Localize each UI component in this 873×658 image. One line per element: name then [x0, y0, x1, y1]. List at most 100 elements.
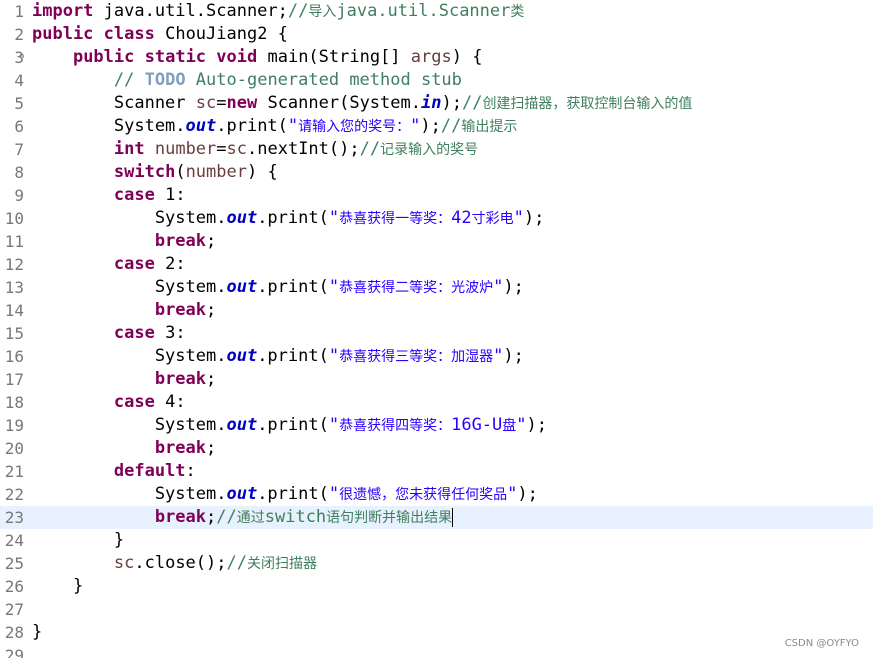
fold-toggle-icon[interactable]: ⊖ — [19, 46, 24, 69]
line-number: 4 — [14, 71, 24, 90]
line-number: 24 — [4, 531, 24, 550]
line-number: 21 — [4, 462, 24, 481]
line-number: 14 — [4, 301, 24, 320]
code-line[interactable]: 5 Scanner sc=new Scanner(System.in);//创建… — [0, 92, 873, 115]
code-token-pl: main(String[] — [257, 47, 411, 67]
code-line[interactable]: 19 System.out.print("恭喜获得四等奖：16G-U盘"); — [0, 414, 873, 437]
code-token-pl: : — [185, 461, 196, 481]
line-number: 12 — [4, 255, 24, 274]
code-token-pl: 4: — [154, 392, 186, 412]
code-line[interactable]: 29 — [0, 644, 873, 658]
code-token-str: "请输入您的奖号：" — [287, 116, 421, 136]
code-line[interactable]: 10 System.out.print("恭喜获得一等奖：42寸彩电"); — [0, 207, 873, 230]
code-token-pl: } — [32, 530, 125, 550]
code-token-pl: ; — [206, 438, 217, 458]
code-line[interactable]: 28} — [0, 621, 873, 644]
code-line[interactable]: 11 break; — [0, 230, 873, 253]
line-number: 27 — [4, 600, 24, 619]
code-line[interactable]: 2 public class ChouJiang2 { — [0, 23, 873, 46]
code-token-str: "恭喜获得一等奖：42寸彩电" — [328, 208, 524, 228]
code-token-fld: out — [226, 277, 258, 297]
line-number: 18 — [4, 393, 24, 412]
code-text: break;//通过switch语句判断并输出结果 — [32, 506, 454, 529]
line-number: 7 — [14, 140, 24, 159]
code-line[interactable]: 1 import java.util.Scanner;//导入java.util.… — [0, 0, 873, 23]
code-line[interactable]: 7 int number=sc.nextInt();//记录输入的奖号 — [0, 138, 873, 161]
code-text: public class ChouJiang2 { — [32, 23, 288, 46]
code-line[interactable]: 27 — [0, 598, 873, 621]
code-line[interactable]: 6 System.out.print("请输入您的奖号：");//输出提示 — [0, 115, 873, 138]
code-text: } — [32, 529, 124, 552]
code-line[interactable]: 3 ⊖ public static void main(String[] args… — [0, 46, 873, 69]
code-text: case 2: — [32, 253, 186, 276]
code-token-pl: System. — [32, 415, 227, 435]
code-text: System.out.print("恭喜获得三等奖：加湿器"); — [32, 345, 524, 368]
code-token-var: sc — [195, 93, 217, 113]
code-line[interactable]: 25 sc.close();//关闭扫描器 — [0, 552, 873, 575]
line-number: 23 — [4, 508, 24, 527]
line-number: 6 — [14, 117, 24, 136]
code-line[interactable]: 13 System.out.print("恭喜获得二等奖：光波炉"); — [0, 276, 873, 299]
code-line[interactable]: 17 break; — [0, 368, 873, 391]
code-token-pl: System. — [32, 208, 227, 228]
code-token-pl: } — [32, 622, 43, 642]
code-token-kw: void — [216, 47, 258, 67]
code-token-pl: ); — [503, 277, 524, 297]
line-number: 19 — [4, 416, 24, 435]
code-text: int number=sc.nextInt();//记录输入的奖号 — [32, 138, 478, 161]
line-number: 11 — [4, 232, 24, 251]
code-line[interactable]: 23 break;//通过switch语句判断并输出结果 — [0, 506, 873, 529]
code-token-pl: System. — [32, 277, 227, 297]
code-line[interactable]: 12 case 2: — [0, 253, 873, 276]
code-token-todo: TODO — [144, 70, 186, 90]
code-line[interactable]: 15 case 3: — [0, 322, 873, 345]
code-line[interactable]: 9 case 1: — [0, 184, 873, 207]
code-token-pl: ); — [523, 208, 545, 228]
code-line[interactable]: 14 break; — [0, 299, 873, 322]
code-line[interactable]: 21 default: — [0, 460, 873, 483]
code-line[interactable]: 24 } — [0, 529, 873, 552]
code-line[interactable]: 4 // TODO Auto-generated method stub — [0, 69, 873, 92]
code-line[interactable]: 20 break; — [0, 437, 873, 460]
line-number: 2 — [14, 25, 24, 44]
code-editor[interactable]: 1 import java.util.Scanner;//导入java.util.… — [0, 0, 873, 658]
line-number: 1 — [14, 2, 24, 21]
line-number: 16 — [4, 347, 24, 366]
code-token-fld: out — [185, 116, 217, 136]
code-line[interactable]: 18 case 4: — [0, 391, 873, 414]
line-number: 25 — [4, 554, 24, 573]
code-line[interactable]: 8 switch(number) { — [0, 161, 873, 184]
code-line[interactable]: 26 } — [0, 575, 873, 598]
code-line[interactable]: 22 System.out.print("很遗憾，您未获得任何奖品"); — [0, 483, 873, 506]
code-token-var: number — [185, 162, 247, 182]
code-token-cm: //通过switch语句判断并输出结果 — [216, 507, 453, 527]
code-token-cm: //导入java.util.Scanner类 — [287, 1, 525, 21]
code-line[interactable]: 16 System.out.print("恭喜获得三等奖：加湿器"); — [0, 345, 873, 368]
code-token-pl: System. — [32, 484, 227, 504]
code-token-cm: // — [113, 70, 145, 90]
code-text: } — [32, 575, 83, 598]
code-token-pl: ( — [175, 162, 186, 182]
code-token-fld: out — [226, 415, 258, 435]
code-token-pl: 1: — [154, 185, 186, 205]
code-token-kw: default — [113, 461, 186, 481]
code-token-pl: .print( — [257, 277, 329, 297]
code-token-pl: ) { — [451, 47, 483, 67]
code-token-pl: .print( — [257, 484, 329, 504]
code-token-pl: ); — [503, 346, 524, 366]
code-token-cm: //关闭扫描器 — [226, 553, 317, 573]
watermark: CSDN @OYFYO — [784, 638, 859, 649]
code-token-kw: break — [154, 438, 207, 458]
line-number: 28 — [4, 623, 24, 642]
